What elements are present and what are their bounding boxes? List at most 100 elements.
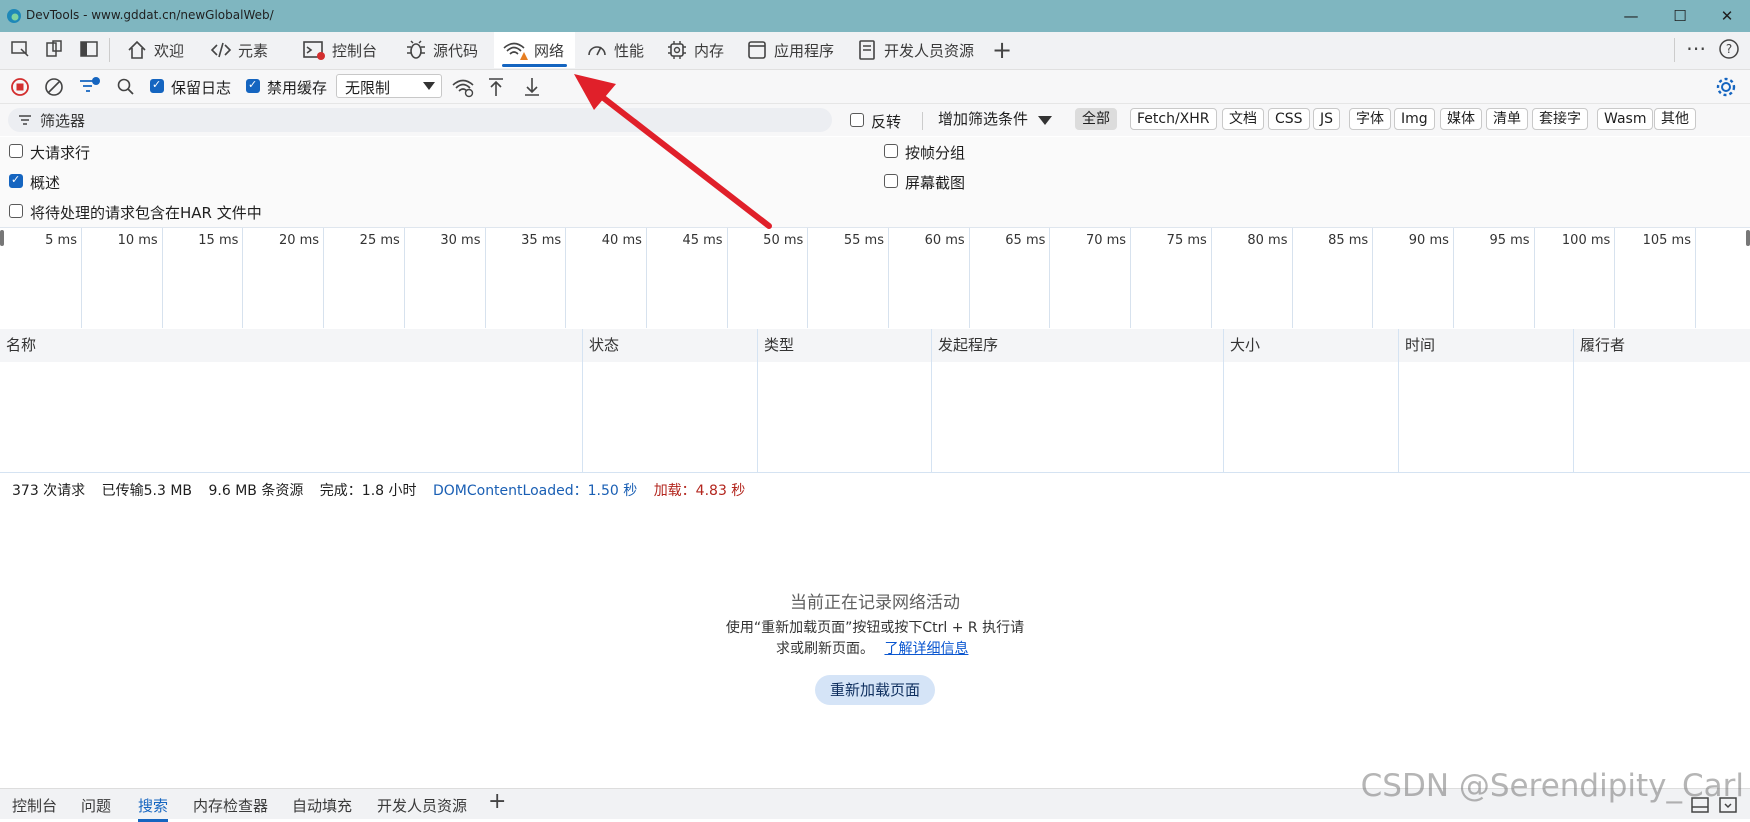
type-filter-media[interactable]: 媒体	[1440, 108, 1482, 130]
tab-memory[interactable]: 内存	[658, 32, 732, 68]
type-filter-css[interactable]: CSS	[1268, 108, 1310, 130]
tab-console[interactable]: 控制台	[294, 32, 385, 68]
clear-icon[interactable]	[44, 77, 64, 97]
learn-more-link[interactable]: 了解详细信息	[884, 641, 968, 657]
empty-state-heading: 当前正在记录网络活动	[790, 593, 960, 613]
screenshots-label: 屏幕截图	[905, 174, 966, 192]
transferred-size: 已传输5.3 MB	[101, 483, 193, 499]
timeline-gridline	[968, 228, 970, 328]
inspect-element-icon[interactable]	[9, 38, 31, 60]
timeline-tick-label: 70 ms	[1085, 233, 1127, 248]
column-divider	[1573, 329, 1574, 472]
drawer-tab-autofill[interactable]: 自动填充	[292, 795, 352, 816]
dock-side-icon[interactable]	[78, 38, 100, 60]
add-tab-button[interactable]: +	[992, 36, 1012, 64]
timeline-tick-label: 80 ms	[1247, 233, 1288, 248]
type-filter-manifest[interactable]: 清单	[1486, 108, 1528, 130]
add-drawer-tab-button[interactable]: +	[488, 789, 506, 814]
column-fulfilled-by[interactable]: 履行者	[1574, 329, 1625, 362]
column-initiator[interactable]: 发起程序	[932, 329, 998, 362]
type-filter-wasm[interactable]: Wasm	[1597, 108, 1654, 130]
bug-icon	[407, 40, 425, 59]
reload-page-button[interactable]: 重新加载页面	[815, 675, 935, 705]
help-icon[interactable]: ?	[1718, 38, 1740, 60]
timeline-tick-label: 85 ms	[1328, 233, 1369, 248]
import-har-icon[interactable]	[486, 76, 506, 98]
type-filter-socket[interactable]: 套接字	[1532, 108, 1588, 130]
column-name[interactable]: 名称	[0, 329, 36, 362]
type-filter-fetch-xhr[interactable]: Fetch/XHR	[1130, 108, 1217, 130]
column-size[interactable]: 大小	[1224, 329, 1260, 362]
type-filter-js[interactable]: JS	[1313, 108, 1341, 130]
search-icon[interactable]	[116, 77, 136, 97]
type-filter-other[interactable]: 其他	[1654, 108, 1696, 130]
tab-welcome[interactable]: 欢迎	[118, 32, 192, 68]
summary-bar: 373 次请求 已传输5.3 MB 9.6 MB 条资源 完成：1.8 小时 D…	[12, 480, 757, 500]
disable-cache-checkbox[interactable]	[246, 78, 260, 93]
screenshots-checkbox[interactable]	[884, 174, 898, 188]
tab-developer-resources[interactable]: 开发人员资源	[848, 32, 982, 68]
tab-sources[interactable]: 源代码	[397, 32, 486, 68]
maximize-button[interactable]: ☐	[1660, 4, 1700, 28]
timeline-overview[interactable]: 5 ms 10 ms 15 ms 20 ms 25 ms 30 ms 35 ms 40 ms 4…	[0, 227, 1750, 330]
finish-time: 完成：1.8 小时	[319, 483, 417, 499]
type-filter-img[interactable]: Img	[1394, 108, 1435, 130]
minimize-button[interactable]: —	[1611, 4, 1651, 28]
resources-size: 9.6 MB 条资源	[208, 483, 304, 499]
empty-state-line-1: 使用“重新加载页面”按钮或按下Ctrl + R 执行请	[725, 620, 1025, 636]
close-button[interactable]: ✕	[1707, 4, 1747, 28]
tab-elements[interactable]: 元素	[202, 32, 276, 68]
invert-checkbox[interactable]	[850, 113, 864, 127]
timeline-right-handle[interactable]	[1746, 230, 1750, 246]
overview-checkbox[interactable]	[9, 173, 23, 188]
preserve-log-label: 保留日志	[171, 79, 232, 97]
wifi-warning-icon	[503, 42, 528, 60]
preserve-log-checkbox[interactable]	[150, 78, 164, 93]
column-divider	[582, 329, 583, 472]
throttling-select[interactable]: 无限制	[336, 74, 442, 98]
invert-label: 反转	[871, 113, 902, 131]
timeline-gridline	[403, 228, 405, 328]
edge-logo-icon	[7, 9, 21, 23]
more-filters-dropdown[interactable]: 增加筛选条件	[938, 108, 1053, 129]
drawer-tab-console[interactable]: 控制台	[12, 795, 57, 816]
column-type[interactable]: 类型	[758, 329, 794, 362]
timeline-gridline	[1130, 228, 1132, 328]
timeline-gridline	[1614, 228, 1616, 328]
drawer-tab-memory-inspector[interactable]: 内存检查器	[193, 795, 268, 816]
drawer-tab-search[interactable]: 搜索	[138, 795, 169, 822]
more-options-button[interactable]: ⋯	[1686, 36, 1706, 60]
tab-application[interactable]: 应用程序	[738, 32, 842, 68]
include-pending-har-checkbox[interactable]	[9, 204, 23, 218]
timeline-gridline	[807, 228, 809, 328]
tab-performance[interactable]: 性能	[578, 32, 652, 68]
drawer-tab-issues[interactable]: 问题	[81, 795, 111, 816]
gear-icon[interactable]	[1714, 75, 1738, 99]
drawer-tab-developer-resources[interactable]: 开发人员资源	[377, 795, 467, 816]
group-by-frame-checkbox[interactable]	[884, 144, 898, 158]
network-conditions-icon[interactable]	[451, 76, 475, 98]
requests-table-body	[0, 362, 1750, 473]
big-request-rows-checkbox[interactable]	[9, 144, 23, 158]
tab-label: 开发人员资源	[884, 41, 975, 60]
caret-down-icon	[1038, 115, 1053, 125]
more-filters-label: 增加筛选条件	[938, 110, 1029, 128]
column-divider	[1223, 329, 1224, 472]
timeline-gridline	[484, 228, 486, 328]
requests-table-header: 名称 状态 类型 发起程序 大小 时间 履行者	[0, 329, 1750, 363]
filter-toggle-icon[interactable]	[78, 75, 102, 97]
column-time[interactable]: 时间	[1399, 329, 1435, 362]
tab-label: 网络	[534, 41, 565, 60]
type-filter-doc[interactable]: 文档	[1222, 108, 1264, 130]
tab-label: 应用程序	[774, 41, 835, 60]
record-stop-icon[interactable]	[10, 77, 30, 97]
column-status[interactable]: 状态	[583, 329, 619, 362]
device-emulation-icon[interactable]	[43, 38, 65, 60]
type-filter-all[interactable]: 全部	[1075, 108, 1117, 130]
timeline-left-handle[interactable]	[0, 230, 4, 246]
title-bar: DevTools - www.gddat.cn/newGlobalWeb/ — …	[0, 0, 1750, 32]
timeline-tick-label: 95 ms	[1489, 233, 1530, 248]
tab-network[interactable]: 网络	[494, 32, 575, 68]
export-har-icon[interactable]	[522, 76, 542, 98]
type-filter-font[interactable]: 字体	[1349, 108, 1391, 130]
